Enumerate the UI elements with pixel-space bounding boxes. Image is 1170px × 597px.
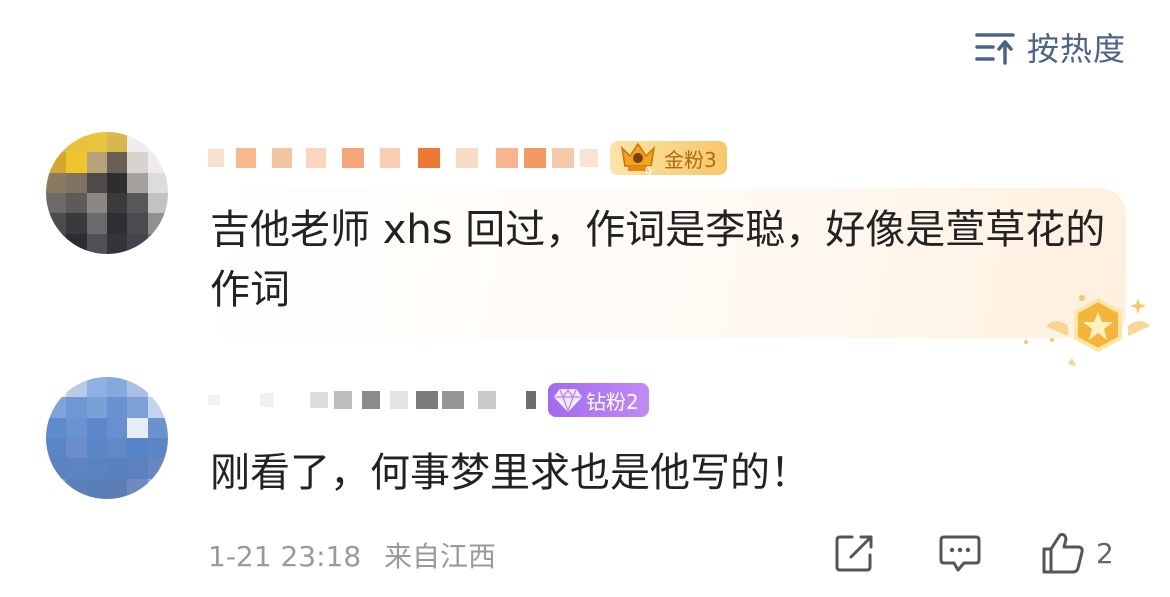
avatar[interactable] [46, 132, 168, 254]
thumbs-up-icon [1040, 531, 1086, 575]
diamond-icon [554, 388, 582, 412]
like-button[interactable]: 2 [1040, 531, 1114, 575]
svg-text:6: 6 [645, 164, 652, 176]
sort-icon [975, 29, 1015, 65]
username-redacted [208, 391, 540, 409]
share-edit-icon [834, 533, 876, 573]
fan-level-badge[interactable]: 6 金粉3 [610, 140, 727, 176]
username[interactable]: 6 金粉3 [208, 130, 727, 186]
comment-meta: 1-21 23:18 来自江西 [208, 535, 496, 575]
username-redacted [208, 148, 602, 168]
username[interactable]: 钻粉2 [208, 375, 649, 425]
reply-button[interactable] [938, 533, 982, 575]
comment-time: 1-21 23:18 [208, 540, 362, 573]
like-count: 2 [1096, 536, 1114, 570]
comment-text[interactable]: 吉他老师 xhs 回过，作词是李聪，好像是萱草花的作词 [210, 200, 1110, 320]
sort-label: 按热度 [1026, 30, 1126, 68]
comment-text[interactable]: 刚看了，何事梦里求也是他写的！ [210, 443, 1110, 503]
comment-item: 6 金粉3 吉他老师 xhs 回过，作词是李聪，好像是萱草花的作词 [0, 120, 1170, 366]
comment-icon [938, 533, 982, 575]
crown-trophy-icon: 6 [616, 140, 660, 176]
fan-level-badge[interactable]: 钻粉2 [548, 383, 649, 417]
comment-item: 钻粉2 刚看了，何事梦里求也是他写的！ 1-21 23:18 来自江西 2 [0, 365, 1170, 597]
sort-by-heat-button[interactable]: 按热度 [975, 24, 1126, 70]
comment-location: 来自江西 [384, 540, 497, 573]
avatar[interactable] [46, 377, 168, 499]
star-medal-icon [1016, 292, 1150, 376]
fan-level-label: 钻粉2 [586, 389, 639, 414]
share-button[interactable] [834, 533, 876, 573]
fan-level-label: 金粉3 [664, 147, 717, 172]
